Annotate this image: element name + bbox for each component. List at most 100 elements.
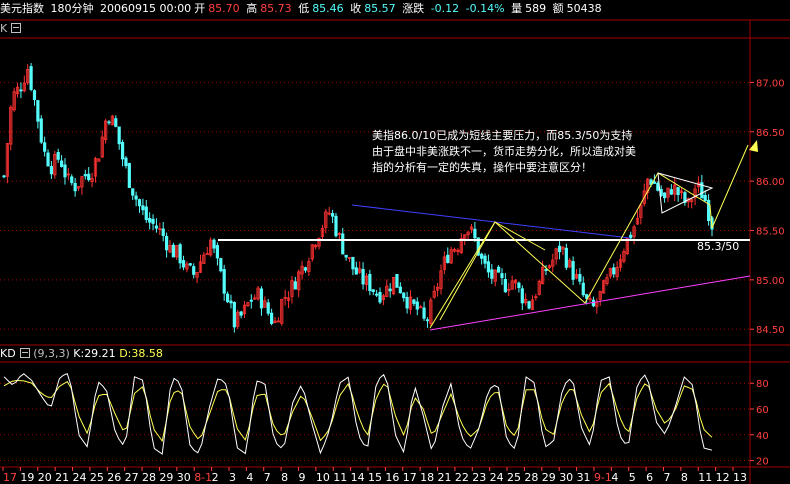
candle-body: [225, 293, 230, 303]
minimize-icon[interactable]: [11, 23, 22, 33]
date-tick-label: 23: [472, 471, 486, 484]
date-tick-label: 17: [3, 471, 17, 484]
kd-axis: 80 60 40 20: [750, 379, 769, 468]
date-tick-label: 4: [611, 471, 618, 484]
candle-body: [303, 267, 308, 271]
candle-body: [571, 261, 575, 280]
date-tick-label: 11: [698, 471, 712, 484]
date-tick-label: 16: [385, 471, 399, 484]
candle-body: [517, 282, 521, 288]
candle-body: [473, 228, 477, 239]
candle-body: [395, 274, 399, 288]
candle-body: [36, 100, 40, 122]
candle-body: [124, 157, 128, 167]
candle-body: [229, 300, 233, 304]
candle-body: [70, 176, 74, 184]
analysis-annotation: 美指86.0/10已成为短线主要压力，而85.3/50为支持 由于盘中非美涨跌不…: [372, 128, 672, 176]
candle-body: [503, 279, 507, 293]
candle-body: [520, 288, 524, 304]
candle-body: [249, 299, 253, 302]
candle-body: [368, 273, 372, 291]
d-label: D:: [119, 347, 132, 360]
date-tick-label: 25: [90, 471, 104, 484]
kdj-lines: [3, 373, 713, 455]
date-axis: 17 19 20 21 24 25 26 27 28 29 30 8-1 2 3 4 7 8 9 10 11 14 15 1…: [2, 467, 747, 484]
date-tick-label: 17: [403, 471, 417, 484]
chart-canvas: 87.0086.5086.0085.5085.0084.50 80604020 …: [0, 19, 790, 484]
date-tick-label: 10: [316, 471, 330, 484]
candle-body: [669, 189, 673, 195]
minimize-icon[interactable]: [19, 348, 30, 358]
candle-body: [259, 288, 264, 309]
candle-body: [480, 253, 484, 259]
price-tick-label: 84.50: [756, 325, 785, 336]
candle-body: [662, 192, 667, 199]
candle-body: [676, 187, 680, 196]
candle-body: [32, 90, 37, 101]
candle-body: [293, 281, 297, 290]
candle-body: [56, 152, 60, 160]
date-tick-label: 13: [733, 471, 747, 484]
date-tick-label: 5: [629, 471, 636, 484]
date-tick-label: 28: [524, 471, 538, 484]
kd-indicator-header: KD (9,3,3) K:29.21 D:38.58: [0, 347, 163, 363]
date-tick-label: 27: [125, 471, 139, 484]
k-label: K:: [73, 347, 85, 360]
date-tick-label: 19: [20, 471, 34, 484]
date-tick-label: 29: [542, 471, 556, 484]
candle-body: [483, 255, 487, 264]
date-tick-label: 30: [559, 471, 573, 484]
date-tick-label: 30: [177, 471, 191, 484]
candle-body: [334, 215, 338, 237]
date-tick-label: 12: [716, 471, 730, 484]
date-tick-label: 6: [646, 471, 653, 484]
candle-body: [703, 195, 707, 202]
kd-name: KD: [0, 347, 16, 360]
date-tick-label: 2: [212, 471, 219, 484]
candle-body: [107, 121, 111, 124]
candle-body: [415, 301, 419, 310]
main-panel-label: K: [0, 22, 60, 38]
candle-body: [127, 163, 131, 188]
candle-body: [652, 181, 657, 184]
candle-body: [144, 206, 148, 221]
candle-body: [59, 160, 64, 167]
candle-body: [205, 253, 209, 256]
candle-body: [388, 288, 392, 292]
candle-body: [46, 152, 50, 167]
support-level-label: 85.3/50: [697, 240, 740, 253]
date-tick-label: 24: [490, 471, 504, 484]
kd-tick-label: 40: [756, 431, 769, 442]
candle-body: [486, 261, 491, 273]
candle-body: [222, 269, 226, 294]
date-tick-label: 7: [264, 471, 271, 484]
candle-body: [490, 269, 494, 279]
date-tick-label: 8: [681, 471, 688, 484]
candle-body: [131, 188, 135, 196]
k-value: 29.21: [84, 347, 116, 360]
candle-body: [361, 268, 365, 285]
price-tick-label: 85.00: [756, 276, 785, 287]
date-tick-label: 15: [368, 471, 382, 484]
candle-body: [412, 299, 416, 304]
d-value: 38.58: [131, 347, 163, 360]
candle-body: [270, 312, 274, 324]
annotation-line: 美指86.0/10已成为短线主要压力，而85.3/50为支持: [372, 129, 633, 142]
candle-body: [178, 244, 182, 264]
candle-body: [49, 166, 54, 175]
candle-body: [134, 195, 138, 200]
kd-tick-label: 60: [756, 405, 769, 416]
candle-body: [578, 274, 582, 282]
candle-body: [192, 266, 196, 275]
candle-body: [344, 254, 348, 258]
date-tick-label: 14: [351, 471, 365, 484]
price-tick-label: 86.50: [756, 128, 785, 139]
date-tick-label: 4: [246, 471, 253, 484]
date-tick-label: 21: [438, 471, 452, 484]
price-tick-label: 86.00: [756, 177, 785, 188]
candle-body: [371, 289, 375, 293]
candle-body: [219, 258, 223, 272]
candle-body: [120, 141, 125, 160]
candle-body: [378, 291, 382, 303]
candle-body: [73, 182, 77, 192]
